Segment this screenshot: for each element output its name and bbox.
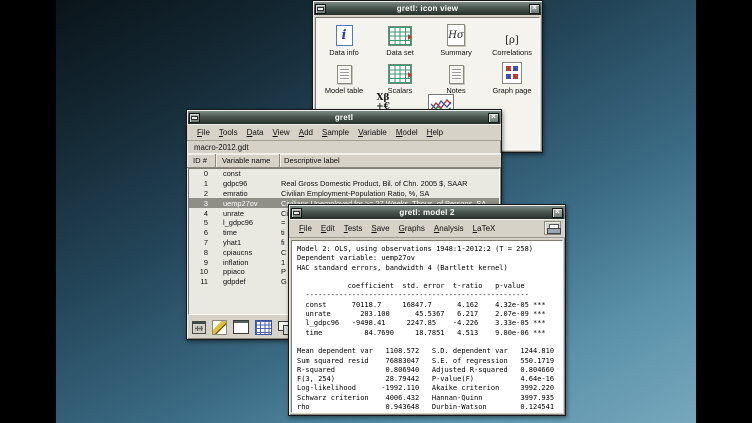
variable-name: inflation — [217, 258, 277, 267]
variable-label: Real Gross Domestic Product, Bil. of Chn… — [277, 179, 499, 188]
variable-row[interactable]: 0const — [189, 169, 499, 179]
model-titlebar[interactable]: gretl: model 2 — [290, 206, 564, 219]
iconview-item-graph-page[interactable]: Graph page — [492, 59, 531, 95]
variable-name: gdpc96 — [217, 179, 277, 188]
menu-item-file[interactable]: File — [197, 128, 210, 137]
icon-label: Graph page — [492, 86, 531, 95]
variable-label: Civilian Employment-Population Ratio, %,… — [277, 189, 499, 198]
iconview-item-model-table[interactable]: Model table — [325, 59, 363, 95]
iconview-item-scalars[interactable]: Scalars — [388, 59, 413, 95]
data-info-icon: i — [336, 25, 353, 46]
model-title: gretl: model 2 — [304, 206, 550, 219]
notes-icon — [449, 65, 464, 84]
data-set-icon — [388, 26, 412, 46]
variable-name: emratio — [217, 189, 277, 198]
icon-view-titlebar[interactable]: gretl: icon view — [314, 2, 541, 15]
open-dataset-name: macro-2012.gdt — [187, 141, 501, 153]
close-icon[interactable] — [552, 208, 563, 218]
column-header-id: ID # — [187, 154, 216, 167]
variable-name: gdpdef — [217, 277, 277, 286]
model-menu-item-analysis[interactable]: Analysis — [434, 224, 464, 233]
menu-item-view[interactable]: View — [273, 128, 290, 137]
summary-icon: Hσ — [447, 24, 465, 46]
variable-id: 8 — [189, 248, 217, 257]
menu-item-model[interactable]: Model — [396, 128, 418, 137]
icon-label: Summary — [440, 48, 472, 57]
variable-id: 11 — [189, 277, 217, 286]
variable-id: 10 — [189, 267, 217, 276]
close-icon[interactable] — [529, 4, 540, 14]
main-title: gretl — [202, 111, 486, 124]
variable-row[interactable]: 1gdpc96Real Gross Domestic Product, Bil.… — [189, 179, 499, 189]
model-menu-item-file[interactable]: File — [299, 224, 312, 233]
icon-label: Data info — [329, 48, 359, 57]
icon-label: Model table — [325, 86, 363, 95]
icon-label: Correlations — [492, 48, 532, 57]
menu-item-variable[interactable]: Variable — [358, 128, 387, 137]
variable-name: time — [217, 228, 277, 237]
iconview-item-data-set[interactable]: Data set — [386, 21, 414, 57]
window-menu-icon[interactable] — [291, 208, 302, 218]
menu-item-sample[interactable]: Sample — [322, 128, 349, 137]
session-icon-grid: i Data info Data set Hσ Summary [ρ] Correlatio… — [316, 18, 539, 97]
main-titlebar[interactable]: gretl — [188, 111, 500, 124]
window-menu-icon[interactable] — [189, 113, 200, 123]
scalars-icon — [388, 64, 412, 84]
model-menu-item-tests[interactable]: Tests — [344, 224, 363, 233]
iconview-item-notes[interactable]: Notes — [446, 59, 465, 95]
close-icon[interactable] — [488, 113, 499, 123]
variable-name: cpiaucns — [217, 248, 277, 257]
variable-id: 2 — [189, 189, 217, 198]
model-window: gretl: model 2 File Edit Tests Save Graphs An… — [288, 204, 566, 416]
printer-icon[interactable] — [544, 221, 561, 235]
graph-page-icon — [502, 62, 522, 84]
script-editor-icon[interactable] — [212, 320, 227, 335]
variable-list-header: ID # Variable name Descriptive label — [187, 153, 501, 168]
model-output-area: Model 2: OLS, using observations 1948:1-… — [291, 240, 563, 413]
model-output-text: Model 2: OLS, using observations 1948:1-… — [292, 241, 562, 413]
model-menu-item-save[interactable]: Save — [371, 224, 389, 233]
variable-id: 3 — [189, 199, 217, 208]
iconview-item-summary[interactable]: Hσ Summary — [440, 21, 472, 57]
menu-item-add[interactable]: Add — [299, 128, 313, 137]
variable-id: 7 — [189, 238, 217, 247]
menu-item-tools[interactable]: Tools — [219, 128, 238, 137]
variable-name: l_gdpc96 — [217, 218, 277, 227]
variable-name: ppiaco — [217, 267, 277, 276]
model-menu-item-edit[interactable]: Edit — [321, 224, 335, 233]
variable-name: const — [217, 169, 277, 178]
iconview-item-data-info[interactable]: i Data info — [329, 21, 359, 57]
model-menubar: File Edit Tests Save Graphs Analysis LaTeX — [289, 219, 565, 238]
menu-item-help[interactable]: Help — [427, 128, 443, 137]
iconview-item-correlations[interactable]: [ρ] Correlations — [492, 21, 532, 57]
menu-item-data[interactable]: Data — [247, 128, 264, 137]
variable-id: 6 — [189, 228, 217, 237]
model-menu-item-latex[interactable]: LaTeX — [473, 224, 496, 233]
correlations-icon: [ρ] — [502, 35, 522, 46]
console-icon[interactable] — [233, 320, 249, 334]
icon-label: Data set — [386, 48, 414, 57]
model-menu-item-graphs[interactable]: Graphs — [399, 224, 425, 233]
column-header-descriptive-label: Descriptive label — [280, 154, 501, 167]
variable-id: 9 — [189, 258, 217, 267]
variable-id: 4 — [189, 209, 217, 218]
calculator-icon[interactable] — [192, 321, 206, 334]
variable-name: yhat1 — [217, 238, 277, 247]
spreadsheet-icon[interactable] — [255, 320, 272, 335]
window-menu-icon[interactable] — [315, 4, 326, 14]
variable-id: 5 — [189, 218, 217, 227]
variable-name: unrate — [217, 209, 277, 218]
variable-name: uemp27ov — [217, 199, 277, 208]
variable-id: 0 — [189, 169, 217, 178]
main-menubar: File Tools Data View Add Sample Variable Model H… — [187, 124, 501, 141]
variable-id: 1 — [189, 179, 217, 188]
variable-row[interactable]: 2emratioCivilian Employment-Population R… — [189, 189, 499, 199]
icon-view-title: gretl: icon view — [328, 2, 527, 15]
model-table-icon — [337, 65, 352, 84]
column-header-variable-name: Variable name — [216, 154, 280, 167]
